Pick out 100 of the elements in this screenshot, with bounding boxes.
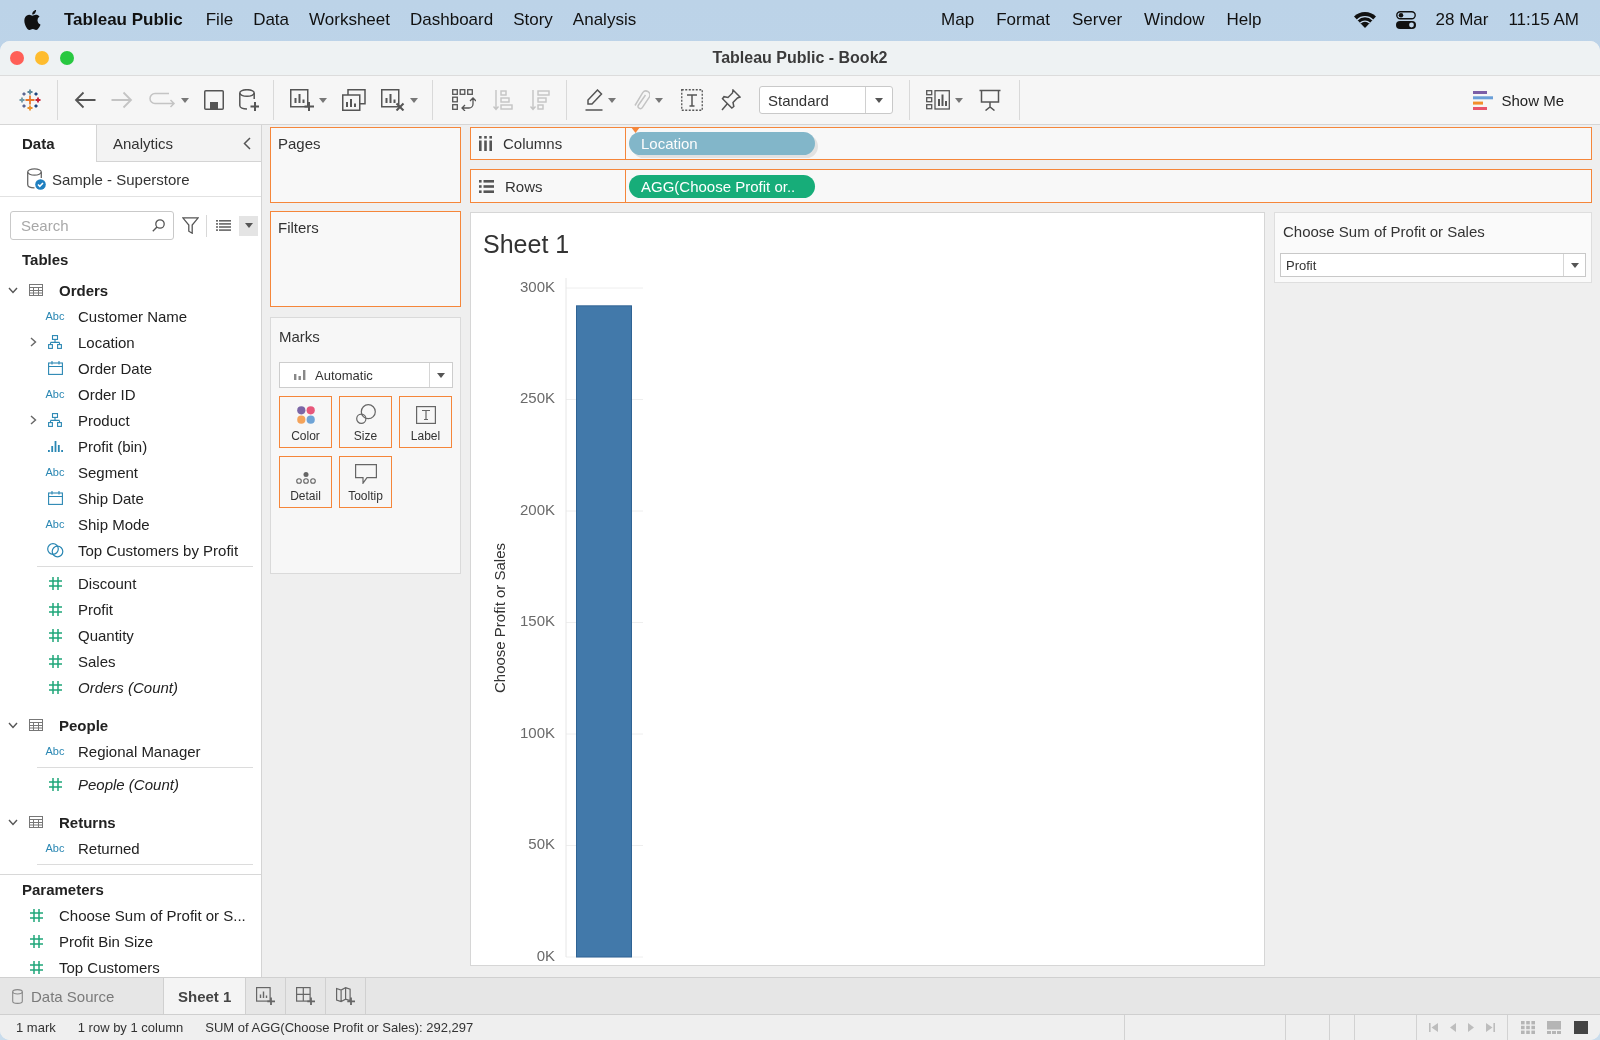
- menu-item[interactable]: Data: [253, 10, 290, 30]
- caret-icon: [655, 97, 663, 103]
- menu-item[interactable]: Window: [1144, 10, 1205, 30]
- caret-icon: [410, 97, 418, 103]
- field-name[interactable]: Returned: [78, 839, 140, 857]
- chevron-down-icon[interactable]: [8, 818, 18, 826]
- chevron-down-icon[interactable]: [8, 286, 18, 294]
- table-name[interactable]: Orders: [59, 281, 109, 299]
- back-button[interactable]: [74, 91, 96, 109]
- field-name[interactable]: Customer Name: [78, 307, 188, 325]
- toggle-switches-icon[interactable]: [1395, 11, 1416, 29]
- hash-icon: [48, 654, 62, 668]
- menu-item[interactable]: Format: [996, 10, 1050, 30]
- arrow-right-icon: [111, 91, 133, 109]
- parameter-name[interactable]: Choose Sum of Profit or S...: [59, 906, 246, 924]
- data-type-label: Abc: [45, 518, 65, 530]
- new-data-source-button[interactable]: [239, 89, 259, 111]
- labels-button[interactable]: [681, 89, 703, 111]
- app-menu[interactable]: Tableau Public: [64, 10, 183, 30]
- field-name[interactable]: Discount: [78, 574, 137, 592]
- duplicate-button[interactable]: [342, 89, 366, 111]
- fit-dropdown[interactable]: Standard: [759, 86, 893, 114]
- pane-tab[interactable]: Analytics: [96, 125, 233, 162]
- data-type-label: Abc: [45, 388, 65, 400]
- caret-icon: [1570, 262, 1579, 268]
- new-worksheet-button[interactable]: [290, 89, 327, 111]
- parameter-name[interactable]: Profit Bin Size: [59, 932, 154, 950]
- field-name[interactable]: Top Customers by Profit: [78, 541, 239, 559]
- menu-item[interactable]: Map: [941, 10, 975, 30]
- speech-bubble-icon: [354, 464, 377, 484]
- logo-button[interactable]: [19, 89, 41, 111]
- table-name[interactable]: Returns: [59, 813, 116, 831]
- search-field[interactable]: Search: [10, 211, 174, 240]
- wifi-icon[interactable]: [1353, 12, 1376, 28]
- field-name[interactable]: Regional Manager: [78, 742, 201, 760]
- menu-item[interactable]: Dashboard: [410, 10, 494, 30]
- mark-type-dropdown[interactable]: Automatic: [279, 362, 453, 388]
- menu-item[interactable]: Analysis: [572, 10, 637, 30]
- pin-button[interactable]: [721, 89, 741, 111]
- field-name[interactable]: Sales: [78, 652, 116, 670]
- table-name[interactable]: People: [59, 716, 109, 734]
- field-name[interactable]: Order ID: [78, 385, 136, 403]
- presentation-button[interactable]: [979, 89, 1001, 111]
- columns-shelf[interactable]: Columns Location: [470, 127, 1592, 160]
- field-name[interactable]: Ship Mode: [78, 515, 150, 533]
- calendar-icon: [47, 491, 63, 505]
- highlight-button[interactable]: [585, 89, 616, 111]
- skip-icon: [1486, 1023, 1495, 1032]
- show-cards-button[interactable]: [926, 90, 963, 110]
- field-name[interactable]: Profit (bin): [78, 437, 148, 455]
- chevron-right-icon[interactable]: [29, 337, 37, 347]
- apple-icon[interactable]: [24, 10, 41, 30]
- clear-sheet-button[interactable]: [381, 89, 418, 111]
- color-button[interactable]: Color: [279, 396, 332, 448]
- chevron-right-icon[interactable]: [29, 415, 37, 425]
- pages-shelf[interactable]: Pages: [270, 127, 461, 203]
- four-dots-icon: [296, 406, 315, 424]
- rows-shelf[interactable]: Rows AGG(Choose Profit or..: [470, 169, 1592, 203]
- data-source-name[interactable]: Sample - Superstore: [52, 170, 190, 188]
- folded-map-plus-icon: [336, 987, 356, 1005]
- save-button[interactable]: [204, 90, 224, 110]
- window-title: Tableau Public - Book2: [712, 49, 888, 67]
- arrow-left-icon: [74, 91, 96, 109]
- menu-item[interactable]: File: [205, 10, 234, 30]
- pen-icon: [585, 89, 603, 111]
- field-name[interactable]: Product: [78, 411, 130, 429]
- hash-icon: [30, 960, 43, 974]
- list-view-icon[interactable]: [216, 220, 231, 231]
- field-name[interactable]: Ship Date: [78, 489, 144, 507]
- field-name[interactable]: Order Date: [78, 359, 153, 377]
- label-button[interactable]: Label: [399, 396, 452, 448]
- field-name[interactable]: Location: [78, 333, 135, 351]
- size-button[interactable]: Size: [339, 396, 392, 448]
- field-name[interactable]: Quantity: [78, 626, 134, 644]
- close-window-button[interactable]: [10, 51, 24, 65]
- filters-shelf[interactable]: Filters: [270, 211, 461, 307]
- tooltip-button[interactable]: Tooltip: [339, 456, 392, 508]
- sort-menu-button[interactable]: [239, 215, 258, 236]
- caret-icon: [181, 97, 189, 103]
- field-name[interactable]: Orders (Count): [78, 678, 179, 696]
- field-name[interactable]: Segment: [78, 463, 139, 481]
- axis-tick-label: 0K: [536, 946, 555, 964]
- chevron-down-icon[interactable]: [8, 721, 18, 729]
- data-source-tab[interactable]: Data Source: [0, 978, 163, 1014]
- menu-item[interactable]: Story: [513, 10, 553, 30]
- menu-item[interactable]: Server: [1072, 10, 1123, 30]
- menu-item[interactable]: Help: [1226, 10, 1262, 30]
- menu-item[interactable]: Worksheet: [309, 10, 390, 30]
- hash-icon: [48, 680, 62, 694]
- filter-icon[interactable]: [182, 217, 199, 234]
- field-name[interactable]: People (Count): [78, 775, 179, 793]
- chevron-left-icon[interactable]: [243, 136, 251, 150]
- detail-button[interactable]: Detail: [279, 456, 332, 508]
- sheet-tab[interactable]: Sheet 1: [163, 978, 247, 1014]
- single-view-button[interactable]: [1573, 1021, 1588, 1034]
- parameter-dropdown[interactable]: Profit: [1280, 253, 1586, 277]
- parameter-name[interactable]: Top Customers: [59, 958, 160, 976]
- field-name[interactable]: Profit: [78, 600, 113, 618]
- show-me-button[interactable]: Show Me: [1473, 90, 1564, 110]
- swap-button[interactable]: [452, 89, 476, 111]
